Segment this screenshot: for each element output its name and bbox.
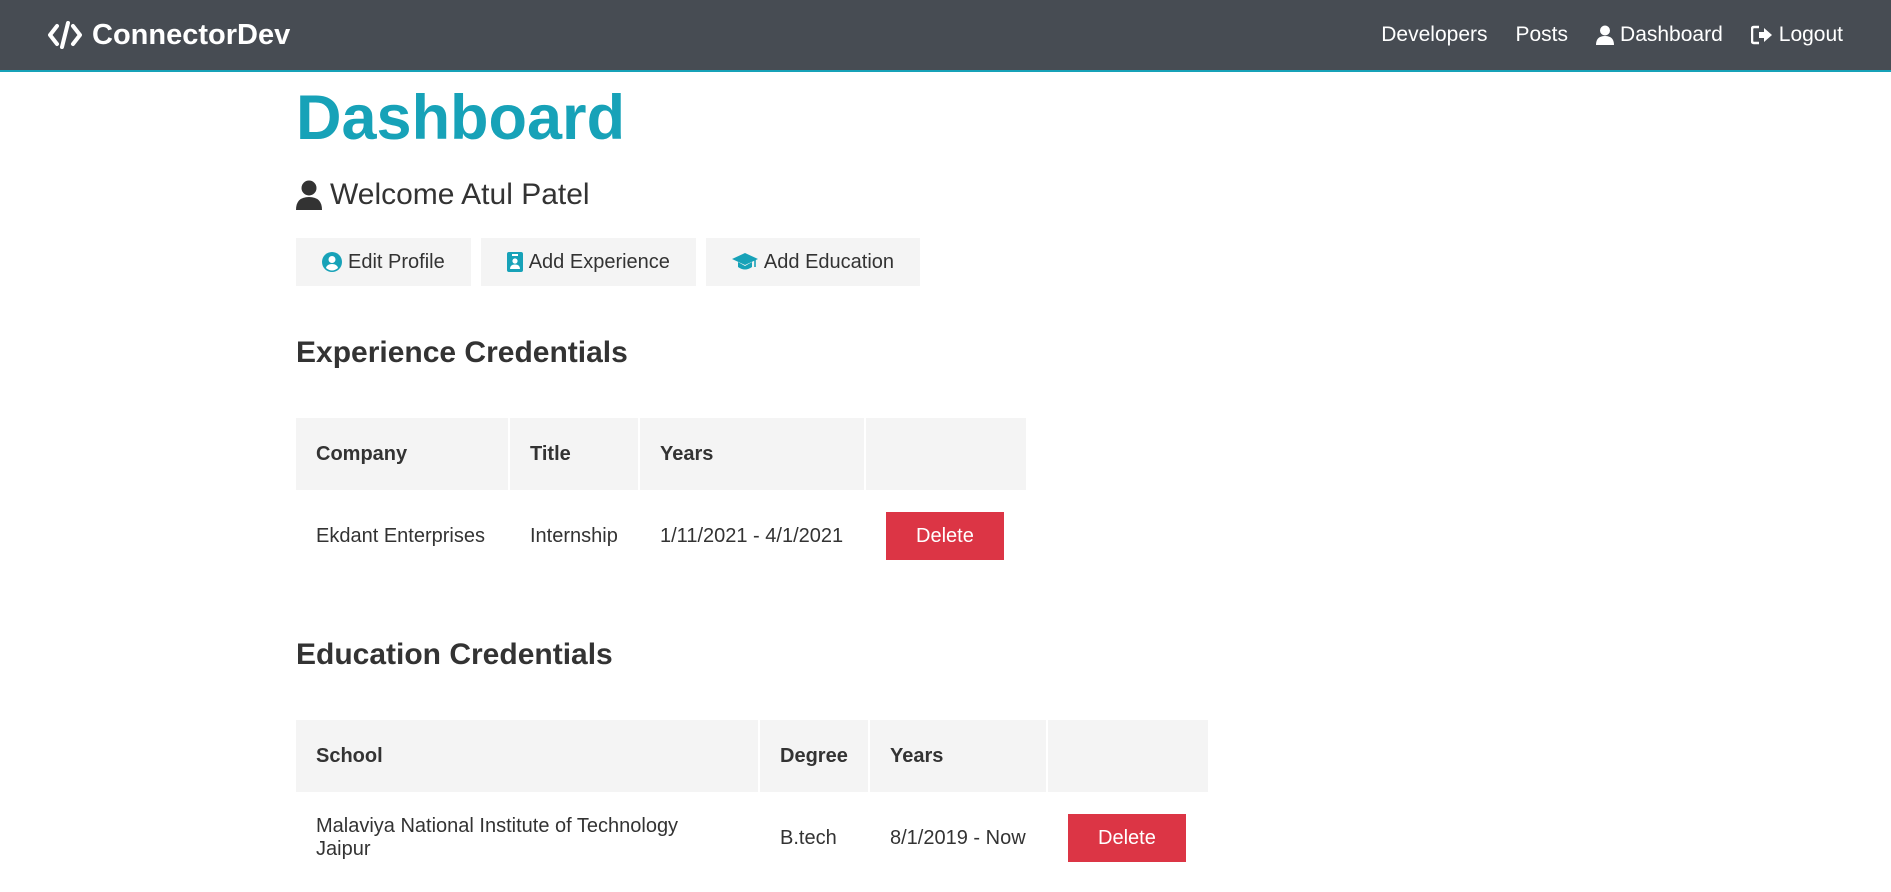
brand-link[interactable]: ConnectorDev (48, 19, 290, 52)
table-row: Malaviya National Institute of Technolog… (296, 794, 1208, 882)
brand-name: ConnectorDev (92, 18, 291, 51)
experience-years: 1/11/2021 - 4/1/2021 (660, 524, 844, 547)
add-education-label: Add Education (763, 250, 895, 273)
user-icon (296, 180, 322, 211)
education-header-school: School (296, 720, 758, 793)
edit-profile-button[interactable]: Edit Profile (296, 238, 471, 287)
experience-header-company: Company (296, 418, 508, 491)
nav-links: Developers Posts Dashboard Logout (1353, 23, 1843, 47)
welcome-text: Welcome Atul Patel (330, 178, 590, 212)
nav-link-developers[interactable]: Developers (1381, 23, 1487, 47)
id-badge-icon (506, 252, 523, 273)
add-education-button[interactable]: Add Education (705, 238, 921, 287)
delete-experience-button[interactable]: Delete (886, 512, 1004, 561)
edit-profile-label: Edit Profile (348, 250, 445, 273)
experience-title: Experience Credentials (296, 336, 628, 370)
add-experience-label: Add Experience (528, 250, 670, 273)
experience-header-years: Years (640, 418, 864, 491)
experience-table: Company Title Years Ekdant Enterprises I… (294, 416, 1028, 582)
navbar: ConnectorDev Developers Posts Dashboard (0, 0, 1891, 72)
experience-header-actions (866, 418, 1026, 491)
nav-link-posts-label: Posts (1515, 23, 1569, 46)
education-degree: B.tech (780, 826, 837, 849)
nav-link-logout[interactable]: Logout (1750, 23, 1843, 47)
dashboard-actions: Edit Profile Add Experience Add Educatio… (296, 238, 1596, 287)
experience-actions-cell: Delete (866, 492, 1026, 580)
nav-link-posts[interactable]: Posts (1516, 23, 1569, 47)
education-years: 8/1/2019 - Now (890, 826, 1026, 849)
dashboard-container: Dashboard Welcome Atul Patel Edit Profil… (296, 72, 1596, 884)
nav-link-dashboard[interactable]: Dashboard (1596, 23, 1723, 47)
experience-header-title: Title (510, 418, 638, 491)
nav-link-logout-label: Logout (1778, 23, 1843, 46)
page-title: Dashboard (296, 83, 626, 153)
education-header-actions (1048, 720, 1208, 793)
experience-job-title: Internship (530, 524, 618, 547)
education-header-row: School Degree Years (296, 720, 1208, 793)
nav-link-dashboard-label: Dashboard (1620, 23, 1723, 46)
education-header-years: Years (870, 720, 1046, 793)
education-actions-cell: Delete (1048, 794, 1208, 882)
graduation-cap-icon (731, 252, 758, 272)
education-title: Education Credentials (296, 638, 613, 672)
table-row: Ekdant Enterprises Internship 1/11/2021 … (296, 492, 1026, 580)
experience-company: Ekdant Enterprises (316, 524, 485, 547)
user-icon (1596, 25, 1615, 45)
code-icon (48, 21, 82, 49)
education-school: Malaviya National Institute of Technolog… (316, 815, 679, 861)
education-table: School Degree Years Malaviya National In… (294, 718, 1210, 884)
education-header-degree: Degree (760, 720, 868, 793)
nav-link-developers-label: Developers (1381, 23, 1488, 46)
delete-education-button[interactable]: Delete (1068, 814, 1186, 863)
welcome-message: Welcome Atul Patel (296, 178, 1596, 212)
add-experience-button[interactable]: Add Experience (480, 238, 696, 287)
sign-out-icon (1750, 25, 1773, 45)
experience-header-row: Company Title Years (296, 418, 1026, 491)
user-circle-icon (322, 252, 342, 273)
